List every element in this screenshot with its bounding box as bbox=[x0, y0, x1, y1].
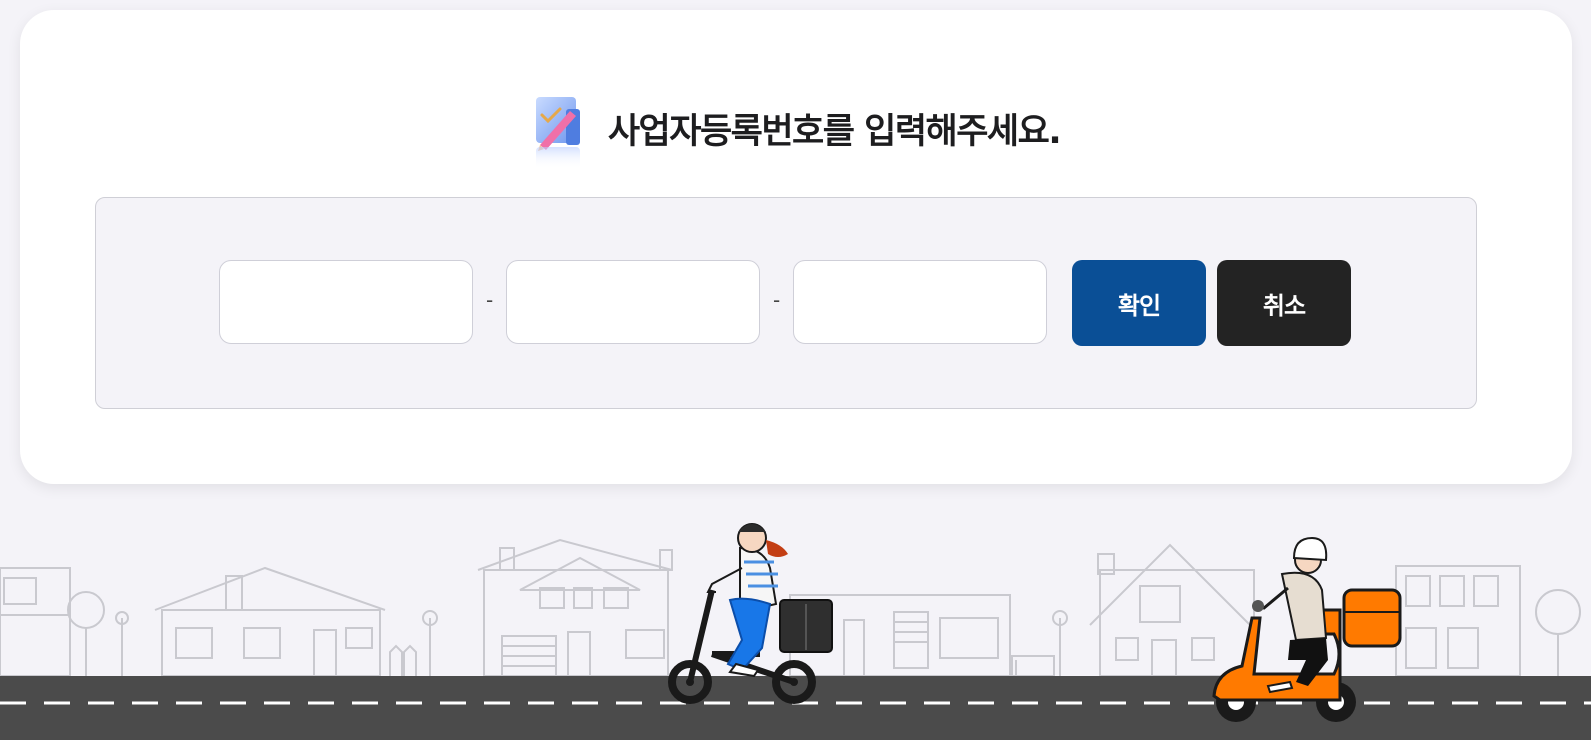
separator-dash: - bbox=[486, 288, 494, 312]
business-number-part1-input[interactable] bbox=[219, 260, 473, 344]
business-number-form: - - 확인 취소 bbox=[95, 197, 1477, 409]
business-number-part2-input[interactable] bbox=[506, 260, 760, 344]
main-card: 사업자등록번호를 입력해주세요. - - 확인 취소 bbox=[20, 10, 1572, 484]
page-title: 사업자등록번호를 입력해주세요. bbox=[607, 111, 1062, 152]
separator-dash: - bbox=[773, 288, 781, 312]
business-number-part3-input[interactable] bbox=[793, 260, 1047, 344]
street-illustration bbox=[0, 523, 1591, 740]
bicycle-rider-illustration bbox=[668, 523, 833, 704]
cancel-button[interactable]: 취소 bbox=[1217, 260, 1351, 346]
document-pencil-icon bbox=[535, 97, 580, 169]
confirm-button[interactable]: 확인 bbox=[1072, 260, 1206, 346]
header: 사업자등록번호를 입력해주세요. bbox=[20, 90, 1572, 170]
